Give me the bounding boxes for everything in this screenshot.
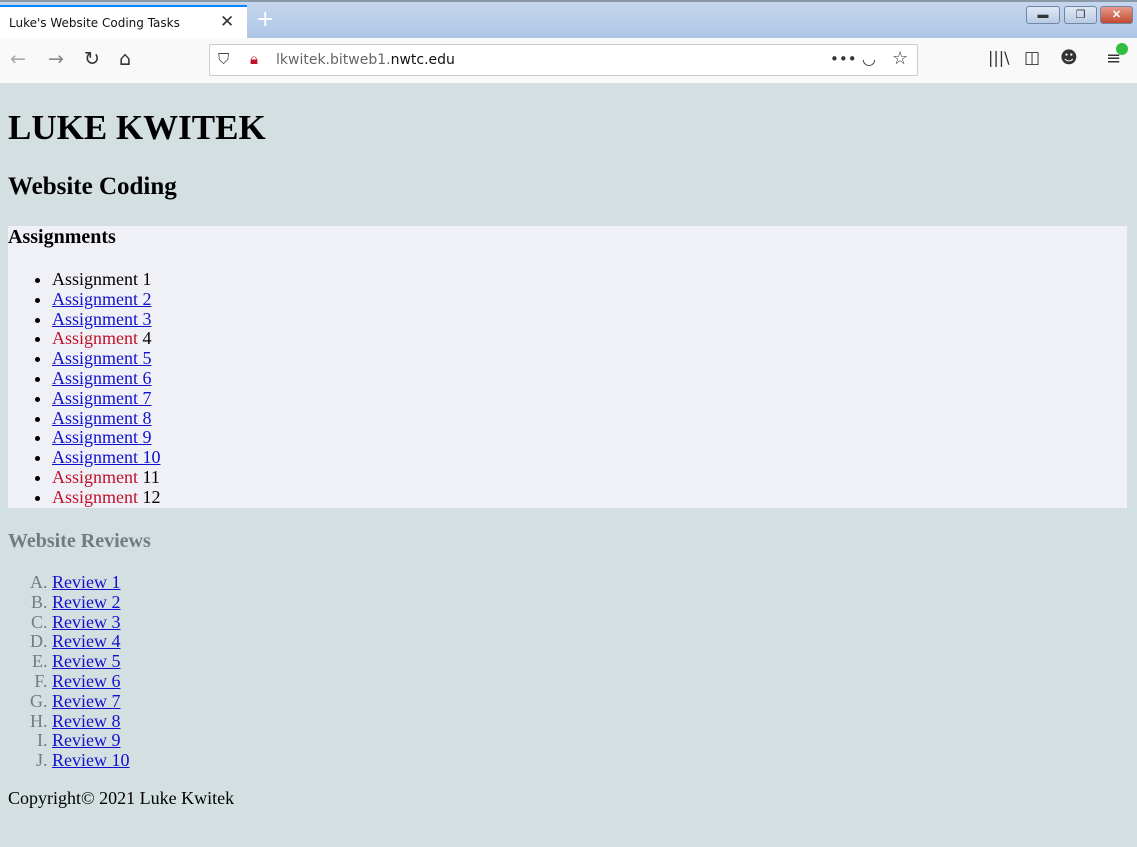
review-link[interactable]: Review 10	[52, 750, 129, 770]
assignment-link[interactable]: Assignment 3	[52, 309, 152, 329]
assignment-item: Assignment 12	[52, 486, 161, 508]
assignment-item[interactable]: Assignment 8	[52, 408, 161, 429]
more-icon[interactable]: •••	[830, 50, 857, 68]
assignment-item: Assignment 11	[52, 466, 161, 488]
url-text[interactable]: lkwitek.bitweb1.nwtc.edu	[276, 52, 455, 68]
review-item[interactable]: Review 7	[52, 691, 129, 712]
assignment-link[interactable]: Assignment 6	[52, 368, 152, 388]
assignment-number: 1	[138, 269, 152, 289]
assignment-item[interactable]: Assignment 6	[52, 368, 161, 389]
star-icon[interactable]: ☆	[892, 48, 908, 69]
review-item[interactable]: Review 6	[52, 671, 129, 692]
assignment-item[interactable]: Assignment 3	[52, 309, 161, 330]
review-link[interactable]: Review 9	[52, 730, 120, 750]
tab-title: Luke's Website Coding Tasks	[9, 16, 180, 30]
back-icon[interactable]: ←	[10, 48, 26, 70]
sidebar-icon[interactable]: ◫	[1024, 48, 1040, 68]
review-item[interactable]: Review 5	[52, 651, 129, 672]
review-item[interactable]: Review 9	[52, 730, 129, 751]
review-item[interactable]: Review 10	[52, 750, 129, 771]
url-bar[interactable]: ⛉ 🔒︎ lkwitek.bitweb1.nwtc.edu ••• ◡ ☆	[209, 44, 918, 76]
home-icon[interactable]: ⌂	[119, 48, 131, 70]
assignment-item[interactable]: Assignment 2	[52, 289, 161, 310]
review-link[interactable]: Review 3	[52, 612, 120, 632]
review-item[interactable]: Review 3	[52, 612, 129, 633]
assignment-link[interactable]: Assignment 2	[52, 289, 152, 309]
review-link[interactable]: Review 2	[52, 592, 120, 612]
assignment-link[interactable]: Assignment 9	[52, 427, 152, 447]
close-window-button[interactable]: ✕	[1100, 6, 1133, 24]
account-icon[interactable]: ☻	[1060, 48, 1078, 68]
update-badge-icon	[1116, 43, 1128, 55]
assignment-label: Assignment	[52, 486, 139, 507]
assignment-item[interactable]: Assignment 9	[52, 427, 161, 448]
review-item[interactable]: Review 1	[52, 572, 129, 593]
new-tab-icon[interactable]: +	[256, 7, 274, 32]
title-bar: Luke's Website Coding Tasks ✕ + ▬ ❐ ✕	[0, 0, 1137, 40]
assignments-list: Assignment 1Assignment 2Assignment 3Assi…	[52, 269, 161, 508]
nav-toolbar: ← → ↻ ⌂ ⛉ 🔒︎ lkwitek.bitweb1.nwtc.edu ••…	[0, 38, 1137, 84]
page-subtitle: Website Coding	[8, 173, 177, 200]
review-link[interactable]: Review 6	[52, 671, 120, 691]
review-item[interactable]: Review 8	[52, 711, 129, 732]
library-icon[interactable]: |||\	[988, 48, 1010, 67]
assignment-item[interactable]: Assignment 10	[52, 447, 161, 468]
review-item[interactable]: Review 2	[52, 592, 129, 613]
assignments-section	[8, 226, 1127, 508]
reviews-list: Review 1Review 2Review 3Review 4Review 5…	[52, 572, 129, 771]
shield-icon[interactable]: ⛉	[218, 50, 229, 68]
review-link[interactable]: Review 7	[52, 691, 120, 711]
assignment-link[interactable]: Assignment 8	[52, 408, 152, 428]
pocket-icon[interactable]: ◡	[862, 49, 876, 68]
assignment-link[interactable]: Assignment 10	[52, 447, 161, 467]
assignment-label: Assignment	[52, 466, 139, 487]
assignment-link[interactable]: Assignment 5	[52, 348, 152, 368]
url-prefix: lkwitek.bitweb1.	[276, 52, 391, 68]
assignment-number: 12	[138, 486, 161, 507]
assignment-number: 4	[138, 328, 152, 349]
assignment-number: 11	[138, 466, 160, 487]
reviews-heading: Website Reviews	[8, 530, 151, 552]
assignment-label: Assignment	[52, 269, 139, 289]
insecure-lock-icon[interactable]: 🔒︎	[250, 50, 258, 68]
review-link[interactable]: Review 4	[52, 631, 120, 651]
minimize-button[interactable]: ▬	[1026, 6, 1060, 24]
review-item[interactable]: Review 4	[52, 631, 129, 652]
page-title: LUKE KWITEK	[8, 108, 266, 147]
assignment-item: Assignment 4	[52, 328, 161, 349]
restore-button[interactable]: ❐	[1064, 6, 1097, 24]
assignment-item[interactable]: Assignment 7	[52, 388, 161, 409]
assignment-item: Assignment 1	[52, 269, 161, 290]
review-link[interactable]: Review 1	[52, 572, 120, 592]
tab-active[interactable]: Luke's Website Coding Tasks ✕	[0, 5, 247, 40]
review-link[interactable]: Review 8	[52, 711, 120, 731]
review-link[interactable]: Review 5	[52, 651, 120, 671]
assignment-link[interactable]: Assignment 7	[52, 388, 152, 408]
url-domain: nwtc.edu	[390, 52, 455, 68]
assignment-label: Assignment	[52, 328, 139, 349]
assignment-item[interactable]: Assignment 5	[52, 348, 161, 369]
forward-icon[interactable]: →	[48, 48, 64, 70]
reload-icon[interactable]: ↻	[84, 48, 100, 70]
close-tab-icon[interactable]: ✕	[220, 12, 234, 32]
assignments-heading: Assignments	[8, 226, 116, 248]
copyright: Copyright© 2021 Luke Kwitek	[8, 788, 235, 808]
